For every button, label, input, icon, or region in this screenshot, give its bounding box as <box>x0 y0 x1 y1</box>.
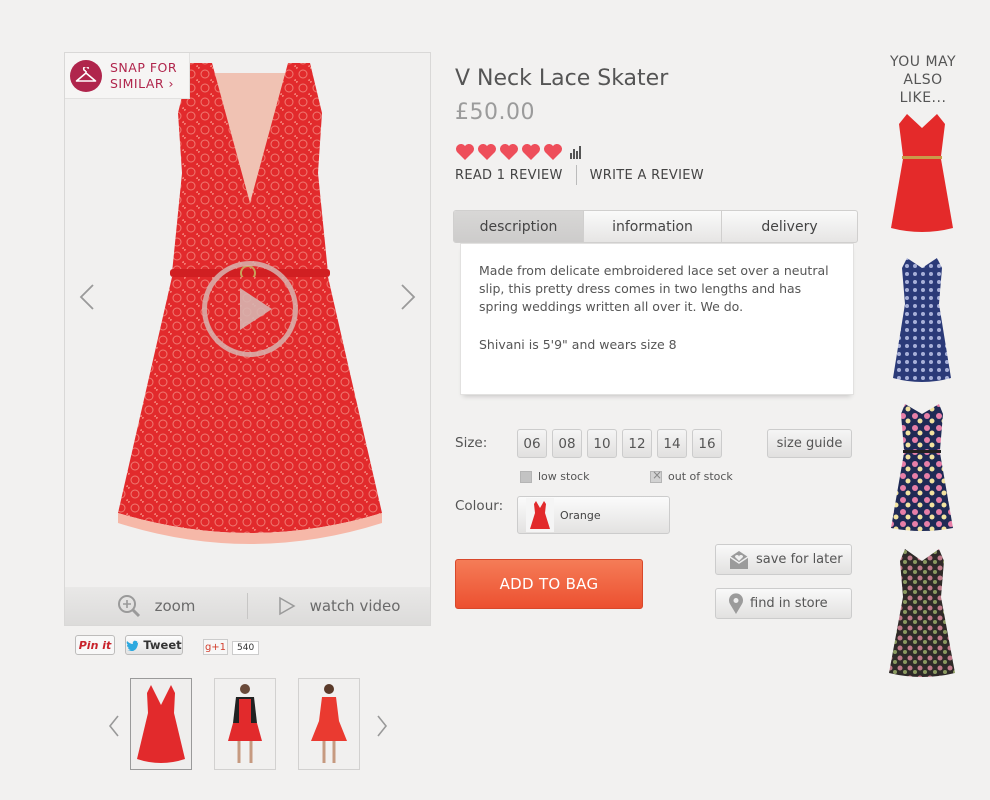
size-option-10[interactable]: 10 <box>587 429 617 458</box>
tab-description[interactable]: description <box>454 211 584 242</box>
size-option-06[interactable]: 06 <box>517 429 547 458</box>
description-panel: Made from delicate embroidered lace set … <box>460 243 854 395</box>
find-in-store-label: find in store <box>750 596 828 611</box>
zoom-button[interactable]: zoom <box>65 587 247 625</box>
recommendations-heading-line-1: YOU MAY <box>889 54 957 70</box>
image-toolbar: zoom watch video <box>65 587 430 625</box>
recommended-dress-3[interactable] <box>887 400 957 532</box>
size-guide-button[interactable]: size guide <box>767 429 852 458</box>
colour-value: Orange <box>560 508 601 522</box>
thumb-prev-icon[interactable] <box>102 710 126 742</box>
twitter-bird-icon <box>126 640 140 651</box>
colour-swatch-dress <box>526 498 554 532</box>
thumbnail-2[interactable] <box>214 678 276 770</box>
tweet-button[interactable]: Tweet <box>125 635 183 655</box>
thumbnail-1[interactable] <box>130 678 192 770</box>
thumbnail-model-image <box>299 679 359 769</box>
recommended-dress-2[interactable] <box>887 254 957 384</box>
out-of-stock-legend: out of stock <box>650 468 733 483</box>
size-options: 06 08 10 12 14 16 <box>517 429 722 458</box>
chevron-right-icon[interactable] <box>396 281 420 313</box>
recommended-dress-4[interactable] <box>887 545 957 679</box>
heart-icon <box>500 144 518 160</box>
out-of-stock-label: out of stock <box>668 470 733 483</box>
heart-icon <box>544 144 562 160</box>
add-to-bag-button[interactable]: ADD TO BAG <box>455 559 643 609</box>
rating-hearts <box>455 143 584 161</box>
google-plus-count: 540 <box>232 641 260 655</box>
play-video-button[interactable] <box>202 261 298 357</box>
pinterest-button[interactable]: Pin it <box>75 635 115 655</box>
product-title: V Neck Lace Skater <box>455 66 669 91</box>
read-reviews-link[interactable]: READ 1 REVIEW <box>455 168 563 183</box>
social-share-bar: Pin it Tweet g+1 540 <box>75 635 260 655</box>
chevron-left-icon[interactable] <box>75 281 99 313</box>
product-price: £50.00 <box>455 100 535 125</box>
hanger-icon <box>70 59 102 92</box>
size-option-08[interactable]: 08 <box>552 429 582 458</box>
recommended-dress-1[interactable] <box>887 108 957 236</box>
size-option-12[interactable]: 12 <box>622 429 652 458</box>
zoom-label: zoom <box>154 597 196 615</box>
thumbnail-3[interactable] <box>298 678 360 770</box>
google-plus-button[interactable]: g+1 <box>203 639 228 655</box>
low-stock-label: low stock <box>538 470 590 483</box>
tab-delivery[interactable]: delivery <box>722 211 857 242</box>
snap-line-1: SNAP FOR <box>110 59 178 75</box>
thumbnail-strip <box>100 678 400 772</box>
magnifier-icon <box>117 595 140 618</box>
rating-breakdown-icon[interactable] <box>570 145 584 159</box>
review-divider <box>575 165 577 185</box>
heart-icon <box>522 144 540 160</box>
size-option-16[interactable]: 16 <box>692 429 722 458</box>
watch-video-label: watch video <box>309 597 401 615</box>
thumbnail-model-image <box>215 679 275 769</box>
snap-for-similar-button[interactable]: SNAP FOR SIMILAR › <box>65 53 190 99</box>
out-of-stock-swatch <box>650 468 662 483</box>
envelope-icon <box>729 550 749 569</box>
low-stock-legend: low stock <box>520 470 589 483</box>
product-tabs: description information delivery <box>453 210 858 243</box>
play-icon <box>278 596 296 616</box>
tab-information[interactable]: information <box>584 211 722 242</box>
low-stock-swatch <box>520 470 532 483</box>
find-in-store-button[interactable]: find in store <box>715 588 852 619</box>
size-label: Size: <box>455 435 488 451</box>
watch-video-button[interactable]: watch video <box>248 587 430 625</box>
location-pin-icon <box>729 592 743 614</box>
save-for-later-label: save for later <box>756 552 843 567</box>
tweet-label: Tweet <box>143 638 182 652</box>
recommendations-heading: YOU MAY ALSO LIKE... <box>884 53 962 107</box>
heart-icon <box>478 144 496 160</box>
colour-select[interactable]: Orange <box>517 496 670 534</box>
thumbnail-dress-image <box>137 685 185 763</box>
model-size-text: Shivani is 5'9" and wears size 8 <box>479 337 677 352</box>
snap-line-2: SIMILAR › <box>110 75 175 91</box>
save-for-later-button[interactable]: save for later <box>715 544 852 575</box>
thumb-next-icon[interactable] <box>370 710 394 742</box>
description-text: Made from delicate embroidered lace set … <box>479 263 829 314</box>
heart-icon <box>456 144 474 160</box>
recommendations-heading-line-2: ALSO LIKE... <box>899 72 947 106</box>
product-image-viewer: SNAP FOR SIMILAR › zoom watch video <box>64 52 431 626</box>
size-option-14[interactable]: 14 <box>657 429 687 458</box>
colour-label: Colour: <box>455 498 504 514</box>
write-review-link[interactable]: WRITE A REVIEW <box>590 168 704 183</box>
review-links: READ 1 REVIEW WRITE A REVIEW <box>455 165 704 185</box>
